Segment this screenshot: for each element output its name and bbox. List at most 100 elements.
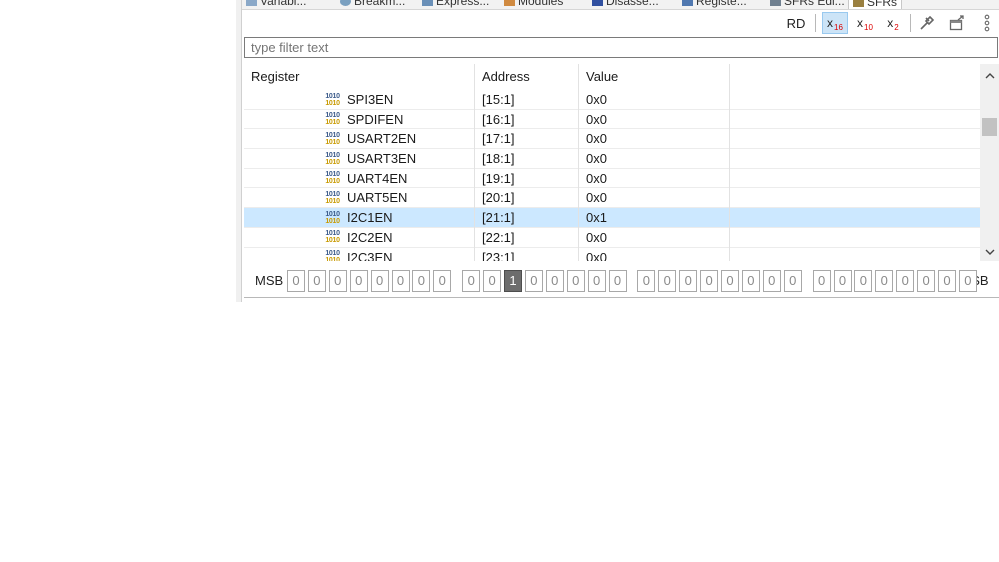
bit-cell[interactable]: 0 xyxy=(637,270,656,292)
value-cell[interactable]: 0x0 xyxy=(586,90,607,109)
tab-label: Breakm... xyxy=(354,0,406,8)
tab-label: Express... xyxy=(436,0,490,8)
bit-cell[interactable]: 0 xyxy=(307,270,326,292)
bit-cell[interactable]: 0 xyxy=(545,270,564,292)
binary-format-button[interactable]: x2 xyxy=(882,12,904,34)
export-icon[interactable] xyxy=(946,12,968,34)
hex-format-button[interactable]: x 16 xyxy=(822,12,848,34)
bit-cell[interactable]: 0 xyxy=(566,270,585,292)
bit-cell[interactable]: 0 xyxy=(721,270,739,292)
table-row[interactable]: 1010 1010 UART4EN [19:1] 0x0 xyxy=(244,169,980,189)
table-row[interactable]: 1010 1010 USART3EN [18:1] 0x0 xyxy=(244,149,980,169)
bit-cell[interactable]: 0 xyxy=(370,270,389,292)
toolbar-separator xyxy=(815,14,816,32)
register-name: UART5EN xyxy=(347,190,408,206)
filter-input[interactable] xyxy=(244,37,998,58)
column-separator[interactable] xyxy=(729,64,730,261)
tab-modules[interactable]: Modules xyxy=(504,0,563,8)
bit-cell[interactable]: 0 xyxy=(433,270,452,292)
address-cell: [17:1] xyxy=(482,131,515,147)
address-cell: [22:1] xyxy=(482,229,515,245)
address-cell: [18:1] xyxy=(482,151,515,167)
column-separator[interactable] xyxy=(578,64,579,261)
register-field-icon: 1010 1010 xyxy=(325,151,340,166)
breakpoints-tab-icon xyxy=(340,0,351,6)
tab-variables[interactable]: Variabl... xyxy=(246,0,306,8)
value-cell[interactable]: 0x1 xyxy=(586,208,607,227)
table-vertical-scrollbar[interactable] xyxy=(980,64,999,261)
register-cell: 1010 1010 I2C1EN xyxy=(324,208,392,227)
tab-expressions[interactable]: Express... xyxy=(422,0,489,8)
hex-sub-label: 16 xyxy=(834,22,843,32)
bit-cell[interactable]: 0 xyxy=(587,270,606,292)
header-register[interactable]: Register xyxy=(244,64,474,90)
scrollbar-thumb[interactable] xyxy=(982,118,997,136)
view-menu-icon[interactable] xyxy=(976,12,998,34)
bit-cell[interactable]: 0 xyxy=(812,270,831,292)
table-row[interactable]: 1010 1010 I2C1EN [21:1] 0x1 xyxy=(244,208,980,228)
value-cell[interactable]: 0x0 xyxy=(586,169,607,188)
tab-sfrs-editor[interactable]: SFRs Edi... xyxy=(770,0,845,8)
header-value[interactable]: Value xyxy=(579,64,729,90)
value-cell[interactable]: 0x0 xyxy=(586,248,607,262)
hex-base-label: x xyxy=(827,16,834,30)
register-cell: 1010 1010 I2C3EN xyxy=(324,248,392,262)
bit-cell[interactable]: 0 xyxy=(524,270,543,292)
table-row[interactable]: 1010 1010 UART5EN [20:1] 0x0 xyxy=(244,188,980,209)
bit-cell[interactable]: 0 xyxy=(938,270,956,292)
read-button[interactable]: RD xyxy=(784,12,808,34)
table-row[interactable]: 1010 1010 SPDIFEN [16:1] 0x0 xyxy=(244,110,980,130)
table-row[interactable]: 1010 1010 USART2EN [17:1] 0x0 xyxy=(244,129,980,150)
bit-cell[interactable]: 1 xyxy=(504,270,522,292)
address-cell: [20:1] xyxy=(482,190,515,206)
bit-cell[interactable]: 0 xyxy=(783,270,802,292)
register-cell: 1010 1010 SPI3EN xyxy=(324,90,393,109)
bit-cell[interactable]: 0 xyxy=(391,270,410,292)
tab-sfrs[interactable]: SFRs xyxy=(848,0,902,9)
value-cell[interactable]: 0x0 xyxy=(586,110,607,129)
value-cell[interactable]: 0x0 xyxy=(586,149,607,168)
table-row[interactable]: 1010 1010 I2C2EN [22:1] 0x0 xyxy=(244,228,980,248)
bit-cell[interactable]: 0 xyxy=(917,270,936,292)
sfrs-tab-icon xyxy=(853,0,864,7)
column-separator[interactable] xyxy=(474,64,475,261)
register-name: SPDIFEN xyxy=(347,111,404,127)
scroll-down-arrow-icon[interactable] xyxy=(980,243,999,261)
bit-cell[interactable]: 0 xyxy=(958,270,977,292)
bit-cell[interactable]: 0 xyxy=(833,270,852,292)
tab-breakpoints[interactable]: Breakm... xyxy=(340,0,405,8)
bit-cell[interactable]: 0 xyxy=(349,270,368,292)
tab-registers[interactable]: Registe... xyxy=(682,0,747,8)
settings-tool-icon[interactable] xyxy=(916,12,938,34)
bit-cell[interactable]: 0 xyxy=(287,270,305,292)
disassembly-tab-icon xyxy=(592,0,603,6)
register-name: SPI3EN xyxy=(347,92,394,107)
register-field-icon: 1010 1010 xyxy=(325,190,340,205)
value-cell[interactable]: 0x0 xyxy=(586,129,607,148)
bit-cell[interactable]: 0 xyxy=(679,270,698,292)
bit-cell[interactable]: 0 xyxy=(854,270,873,292)
scroll-up-arrow-icon[interactable] xyxy=(980,66,999,84)
bit-cell[interactable]: 0 xyxy=(875,270,894,292)
bit-cell[interactable]: 0 xyxy=(896,270,915,292)
bit-cell[interactable]: 0 xyxy=(608,270,627,292)
table-row[interactable]: 1010 1010 SPI3EN [15:1] 0x0 xyxy=(244,90,980,110)
decimal-format-button[interactable]: x 10 xyxy=(854,12,876,34)
bit-cell[interactable]: 0 xyxy=(658,270,677,292)
register-cell: 1010 1010 USART3EN xyxy=(324,149,416,168)
register-cell: 1010 1010 SPDIFEN xyxy=(324,110,403,129)
value-cell[interactable]: 0x0 xyxy=(586,228,607,247)
tab-disassembly[interactable]: Disasse... xyxy=(592,0,659,8)
bit-cell[interactable]: 0 xyxy=(412,270,431,292)
bit-cell[interactable]: 0 xyxy=(483,270,502,292)
value-cell[interactable]: 0x0 xyxy=(586,188,607,207)
bit-cell[interactable]: 0 xyxy=(328,270,347,292)
bit-cell[interactable]: 0 xyxy=(741,270,760,292)
bit-cell[interactable]: 0 xyxy=(762,270,781,292)
registers-table: Register Address Value 1010 1010 SPI3EN [15… xyxy=(244,64,980,261)
bit-cell[interactable]: 0 xyxy=(462,270,481,292)
tab-label: SFRs xyxy=(867,0,897,9)
table-row[interactable]: 1010 1010 I2C3EN [23:1] 0x0 xyxy=(244,248,980,262)
bit-cell[interactable]: 0 xyxy=(700,270,719,292)
header-address[interactable]: Address xyxy=(475,64,578,90)
